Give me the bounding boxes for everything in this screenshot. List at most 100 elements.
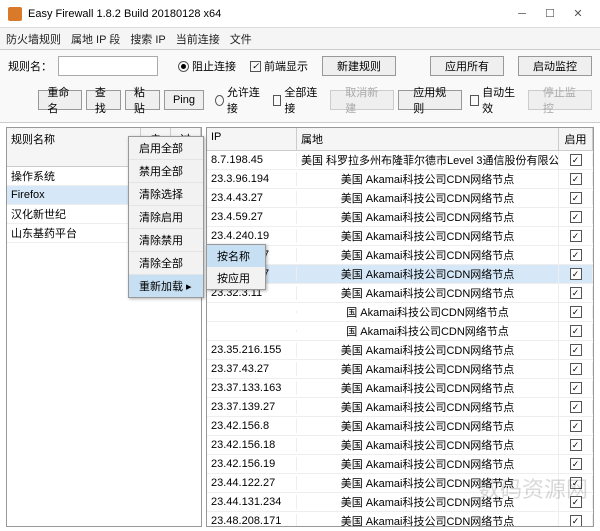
check-show-all[interactable]: 全部连接 <box>273 84 318 116</box>
ip-enabled-cell[interactable] <box>559 286 593 301</box>
ip-row[interactable]: 国 Akamai科技公司CDN网络节点 <box>207 303 593 322</box>
rule-name-input[interactable] <box>58 56 158 76</box>
loc-cell: 美国 Akamai科技公司CDN网络节点 <box>297 436 559 454</box>
col-ip-enabled[interactable]: 启用 <box>559 128 593 150</box>
close-button[interactable]: ✕ <box>564 4 592 24</box>
ip-row[interactable]: 国 Akamai科技公司CDN网络节点 <box>207 322 593 341</box>
rule-name: 汉化新世纪 <box>7 205 141 223</box>
check-front-show[interactable]: 前端显示 <box>250 58 308 74</box>
ip-row[interactable]: 23.42.156.18美国 Akamai科技公司CDN网络节点 <box>207 436 593 455</box>
rule-name: 操作系统 <box>7 167 141 185</box>
ctx-item[interactable]: 清除选择 <box>129 183 203 206</box>
ip-enabled-cell[interactable] <box>559 362 593 377</box>
rule-name-label: 规则名： <box>8 58 52 74</box>
radio-allow[interactable]: 允许连接 <box>215 84 260 116</box>
ip-enabled-cell[interactable] <box>559 343 593 358</box>
context-menu[interactable]: 启用全部禁用全部清除选择清除启用清除禁用清除全部重新加载 ▸ <box>128 136 204 298</box>
ip-enabled-cell[interactable] <box>559 400 593 415</box>
rename-button[interactable]: 重命名 <box>38 90 82 110</box>
ip-enabled-cell[interactable] <box>559 457 593 472</box>
ip-cell: 23.42.156.18 <box>207 438 297 452</box>
col-ip[interactable]: IP <box>207 128 297 150</box>
loc-cell: 美国 Akamai科技公司CDN网络节点 <box>297 417 559 435</box>
ip-cell: 23.37.133.163 <box>207 381 297 395</box>
ctx-item[interactable]: 启用全部 <box>129 137 203 160</box>
cancel-new-button: 取消新建 <box>330 90 394 110</box>
minimize-button[interactable]: ─ <box>508 4 536 24</box>
submenu-item[interactable]: 按名称 <box>207 245 265 267</box>
ctx-item[interactable]: 清除启用 <box>129 206 203 229</box>
ip-enabled-cell[interactable] <box>559 172 593 187</box>
ip-enabled-cell[interactable] <box>559 229 593 244</box>
apply-rule-button[interactable]: 应用规则 <box>398 90 462 110</box>
ping-button[interactable]: Ping <box>164 90 204 110</box>
start-monitor-button[interactable]: 启动监控 <box>518 56 592 76</box>
ctx-item[interactable]: 清除禁用 <box>129 229 203 252</box>
loc-cell: 美国 Akamai科技公司CDN网络节点 <box>297 189 559 207</box>
ip-row[interactable]: 23.42.156.8美国 Akamai科技公司CDN网络节点 <box>207 417 593 436</box>
ip-cell: 23.42.156.8 <box>207 419 297 433</box>
check-auto-apply[interactable]: 自动生效 <box>470 84 515 116</box>
ip-enabled-cell[interactable] <box>559 324 593 339</box>
ip-row[interactable]: 23.37.133.163美国 Akamai科技公司CDN网络节点 <box>207 379 593 398</box>
ip-row[interactable]: 23.37.43.27美国 Akamai科技公司CDN网络节点 <box>207 360 593 379</box>
new-rule-button[interactable]: 新建规则 <box>322 56 396 76</box>
ip-row[interactable]: 23.35.216.155美国 Akamai科技公司CDN网络节点 <box>207 341 593 360</box>
ip-enabled-cell[interactable] <box>559 381 593 396</box>
ip-row[interactable]: 23.4.59.27美国 Akamai科技公司CDN网络节点 <box>207 208 593 227</box>
ip-enabled-cell[interactable] <box>559 153 593 168</box>
ip-pane: IP 属地 启用 8.7.198.45美国 科罗拉多州布隆菲尔德市Level 3… <box>206 127 594 527</box>
menu-search-ip[interactable]: 搜索 IP <box>130 31 165 47</box>
ip-row[interactable]: 8.7.198.45美国 科罗拉多州布隆菲尔德市Level 3通信股份有限公司 <box>207 151 593 170</box>
menu-file[interactable]: 文件 <box>230 31 252 47</box>
apply-all-button[interactable]: 应用所有 <box>430 56 504 76</box>
submenu-item[interactable]: 按应用 <box>207 267 265 289</box>
ctx-item[interactable]: 禁用全部 <box>129 160 203 183</box>
ip-enabled-cell[interactable] <box>559 210 593 225</box>
submenu[interactable]: 按名称按应用 <box>206 244 266 290</box>
ip-enabled-cell[interactable] <box>559 191 593 206</box>
loc-cell: 美国 Akamai科技公司CDN网络节点 <box>297 493 559 511</box>
loc-cell: 美国 Akamai科技公司CDN网络节点 <box>297 284 559 302</box>
ctx-item[interactable]: 清除全部 <box>129 252 203 275</box>
maximize-button[interactable]: ☐ <box>536 4 564 24</box>
ip-header: IP 属地 启用 <box>207 128 593 151</box>
loc-cell: 国 Akamai科技公司CDN网络节点 <box>297 303 559 321</box>
loc-cell: 美国 Akamai科技公司CDN网络节点 <box>297 474 559 492</box>
loc-cell: 美国 Akamai科技公司CDN网络节点 <box>297 379 559 397</box>
loc-cell: 美国 Akamai科技公司CDN网络节点 <box>297 208 559 226</box>
ip-enabled-cell[interactable] <box>559 248 593 263</box>
ip-row[interactable]: 23.37.139.27美国 Akamai科技公司CDN网络节点 <box>207 398 593 417</box>
ip-enabled-cell[interactable] <box>559 267 593 282</box>
ip-enabled-cell[interactable] <box>559 419 593 434</box>
ip-row[interactable]: 23.3.96.194美国 Akamai科技公司CDN网络节点 <box>207 170 593 189</box>
ip-cell: 23.48.208.171 <box>207 514 297 526</box>
col-rule-name[interactable]: 规则名称 <box>7 128 141 166</box>
rule-name: 山东基药平台 <box>7 224 141 242</box>
loc-cell: 美国 科罗拉多州布隆菲尔德市Level 3通信股份有限公司 <box>297 151 559 169</box>
window-title: Easy Firewall 1.8.2 Build 20180128 x64 <box>28 8 508 20</box>
ip-row[interactable]: 23.44.122.27美国 Akamai科技公司CDN网络节点 <box>207 474 593 493</box>
ip-cell: 23.3.96.194 <box>207 172 297 186</box>
ip-row[interactable]: 23.44.131.234美国 Akamai科技公司CDN网络节点 <box>207 493 593 512</box>
ip-cell: 23.4.59.27 <box>207 210 297 224</box>
ip-row[interactable]: 23.48.208.171美国 Akamai科技公司CDN网络节点 <box>207 512 593 526</box>
ip-enabled-cell[interactable] <box>559 495 593 510</box>
loc-cell: 美国 Akamai科技公司CDN网络节点 <box>297 265 559 283</box>
col-location[interactable]: 属地 <box>297 128 559 150</box>
loc-cell: 国 Akamai科技公司CDN网络节点 <box>297 322 559 340</box>
menu-current-conn[interactable]: 当前连接 <box>176 31 220 47</box>
find-button[interactable]: 查找 <box>86 90 121 110</box>
menu-ip-region[interactable]: 属地 IP 段 <box>71 31 120 47</box>
ip-enabled-cell[interactable] <box>559 476 593 491</box>
ip-enabled-cell[interactable] <box>559 438 593 453</box>
titlebar: Easy Firewall 1.8.2 Build 20180128 x64 ─… <box>0 0 600 28</box>
ip-row[interactable]: 23.42.156.19美国 Akamai科技公司CDN网络节点 <box>207 455 593 474</box>
menu-firewall-rules[interactable]: 防火墙规则 <box>6 31 61 47</box>
ip-enabled-cell[interactable] <box>559 305 593 320</box>
paste-button[interactable]: 粘贴 <box>125 90 160 110</box>
radio-block[interactable]: 阻止连接 <box>178 58 236 74</box>
ip-row[interactable]: 23.4.43.27美国 Akamai科技公司CDN网络节点 <box>207 189 593 208</box>
ctx-item[interactable]: 重新加载 ▸ <box>129 275 203 297</box>
ip-enabled-cell[interactable] <box>559 514 593 526</box>
